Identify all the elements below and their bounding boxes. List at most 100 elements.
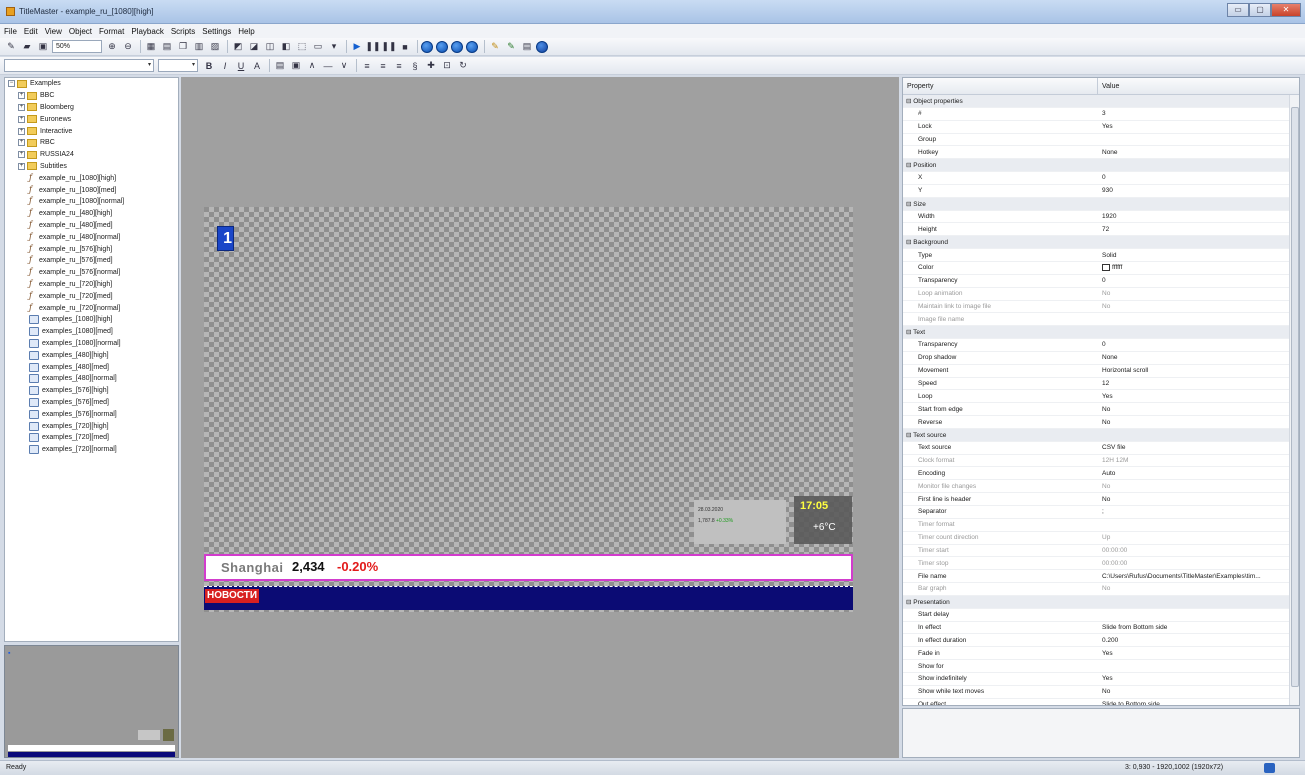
menu-format[interactable]: Format	[99, 27, 124, 36]
tree-title-item[interactable]: ƒ example_ru_[720][normal]	[5, 302, 178, 314]
property-category[interactable]: ⊟ Object properties	[903, 95, 1299, 108]
color-swatch[interactable]	[1102, 264, 1110, 272]
property-row[interactable]: Monitor file changes No	[903, 480, 1299, 494]
spacing-icon[interactable]: §	[408, 59, 422, 73]
property-value[interactable]: None	[1098, 354, 1283, 361]
property-row[interactable]: Movement Horizontal scroll	[903, 365, 1299, 378]
tree-folder[interactable]: + RUSSIA24	[5, 149, 178, 161]
tree-title-item[interactable]: ƒ example_ru_[576][high]	[5, 243, 178, 255]
property-row[interactable]: Start from edge No	[903, 403, 1299, 417]
property-value[interactable]: No	[1098, 496, 1283, 503]
delete-icon[interactable]: ▨	[208, 40, 222, 54]
property-category[interactable]: ⊟ Position	[903, 159, 1299, 173]
text-object-icon[interactable]: ◩	[231, 40, 245, 54]
menu-playback[interactable]: Playback	[131, 27, 163, 36]
property-value[interactable]: Slide to Bottom side	[1098, 701, 1283, 705]
property-row[interactable]: Show for	[903, 660, 1299, 673]
property-row[interactable]: Fade in Yes	[903, 647, 1299, 661]
tree-schedule-item[interactable]: examples_[576][med]	[5, 397, 178, 409]
property-row[interactable]: First line is header No	[903, 493, 1299, 506]
align-center-icon[interactable]: ≡	[376, 59, 390, 73]
property-value[interactable]: No	[1098, 419, 1283, 426]
property-row[interactable]: Text source CSV file	[903, 442, 1299, 455]
underline-button[interactable]: U	[234, 59, 248, 73]
property-row[interactable]: File name C:\Users\Rufus\Documents\TitleM…	[903, 570, 1299, 584]
property-row[interactable]: In effect Slide from Bottom side	[903, 622, 1299, 635]
collapse-icon[interactable]: −	[8, 80, 15, 88]
info-icon[interactable]	[536, 40, 548, 53]
clock-object-icon[interactable]: ◫	[263, 40, 277, 54]
tree-title-item[interactable]: ƒ example_ru_[720][high]	[5, 279, 178, 291]
expand-icon[interactable]: +	[18, 103, 25, 111]
property-row[interactable]: Loop animation No	[903, 288, 1299, 301]
line-down-icon[interactable]: ∨	[337, 59, 351, 73]
tree-schedule-item[interactable]: examples_[480][med]	[5, 361, 178, 373]
zoom-out-icon[interactable]: ⊖	[121, 40, 135, 54]
output-1-icon[interactable]	[421, 40, 433, 53]
font-size-select[interactable]: ▾	[158, 59, 198, 72]
tree-title-item[interactable]: ƒ example_ru_[1080][normal]	[5, 196, 178, 208]
tree-title-item[interactable]: ƒ example_ru_[720][med]	[5, 290, 178, 302]
property-scrollbar[interactable]	[1289, 95, 1299, 705]
minimize-button[interactable]: ▭	[1227, 3, 1249, 17]
property-value[interactable]: No	[1098, 406, 1283, 413]
rotate-icon[interactable]: ↻	[456, 59, 470, 73]
menu-object[interactable]: Object	[69, 27, 92, 36]
tree-schedule-item[interactable]: examples_[720][med]	[5, 432, 178, 444]
property-value[interactable]: Yes	[1098, 393, 1283, 400]
script-settings-icon[interactable]: ▤	[520, 40, 534, 54]
ticker-object[interactable]: Shanghai 2,434 -0.20%	[204, 554, 853, 581]
property-row[interactable]: Transparency 0	[903, 339, 1299, 352]
property-row[interactable]: Transparency 0	[903, 275, 1299, 288]
property-value[interactable]: No	[1098, 303, 1283, 310]
property-value[interactable]: 930	[1098, 187, 1283, 194]
maximize-button[interactable]: ▢	[1249, 3, 1271, 17]
zoom-in-icon[interactable]: ⊕	[105, 40, 119, 54]
property-row[interactable]: Group	[903, 134, 1299, 147]
border-icon[interactable]: ▣	[289, 59, 303, 73]
tree-schedule-item[interactable]: examples_[576][normal]	[5, 408, 178, 420]
new-icon[interactable]: ✎	[4, 40, 18, 54]
property-column-header[interactable]: Property	[903, 78, 1098, 95]
channel-logo[interactable]: 1	[217, 226, 234, 251]
align-left-icon[interactable]: ≡	[360, 59, 374, 73]
tree-folder[interactable]: + Euronews	[5, 113, 178, 125]
script-edit-icon[interactable]: ✎	[488, 40, 502, 54]
property-row[interactable]: X0	[903, 172, 1299, 185]
open-folder-icon[interactable]: ▰	[20, 40, 34, 54]
property-row[interactable]: Timer format	[903, 519, 1299, 532]
expand-icon[interactable]: +	[18, 139, 25, 147]
property-row[interactable]: Maintain link to image file No	[903, 301, 1299, 314]
menu-settings[interactable]: Settings	[202, 27, 231, 36]
property-row[interactable]: Y 930	[903, 185, 1299, 198]
property-value[interactable]: No	[1098, 585, 1283, 592]
select-tool-icon[interactable]: ⬚	[295, 40, 309, 54]
property-value[interactable]: 00:00:00	[1098, 560, 1283, 567]
script-run-icon[interactable]: ✎	[504, 40, 518, 54]
property-value[interactable]: Yes	[1098, 650, 1283, 657]
property-value[interactable]: Auto	[1098, 470, 1283, 477]
property-row[interactable]: Type Solid	[903, 249, 1299, 262]
property-row[interactable]: Lock Yes	[903, 121, 1299, 134]
pause-icon[interactable]: ❚❚	[365, 40, 380, 54]
property-row[interactable]: In effect duration 0.200	[903, 634, 1299, 648]
tree-schedule-item[interactable]: examples_[1080][high]	[5, 314, 178, 326]
property-row[interactable]: Timer stop 00:00:00	[903, 557, 1299, 571]
scrollbar-thumb[interactable]	[1291, 107, 1299, 687]
tree-schedule-item[interactable]: examples_[1080][med]	[5, 326, 178, 338]
property-row[interactable]: Height 72	[903, 223, 1299, 237]
property-value[interactable]: 1920	[1098, 213, 1283, 220]
property-value[interactable]: No	[1098, 290, 1283, 297]
output-2-icon[interactable]	[436, 40, 448, 53]
property-row[interactable]: Show indefinitely Yes	[903, 673, 1299, 686]
close-button[interactable]: ✕	[1271, 3, 1301, 17]
property-category[interactable]: ⊟ Presentation	[903, 595, 1299, 609]
dropdown-arrow-icon[interactable]: ▾	[327, 40, 341, 54]
property-value[interactable]: 12H 12M	[1098, 457, 1283, 464]
page-icon[interactable]: ▤	[160, 40, 174, 54]
ticker-object-icon[interactable]: ◧	[279, 40, 293, 54]
expand-icon[interactable]: +	[18, 92, 25, 100]
tree-title-item[interactable]: ƒ example_ru_[480][normal]	[5, 231, 178, 243]
value-column-header[interactable]: Value	[1098, 83, 1119, 90]
expand-icon[interactable]: +	[18, 127, 25, 135]
